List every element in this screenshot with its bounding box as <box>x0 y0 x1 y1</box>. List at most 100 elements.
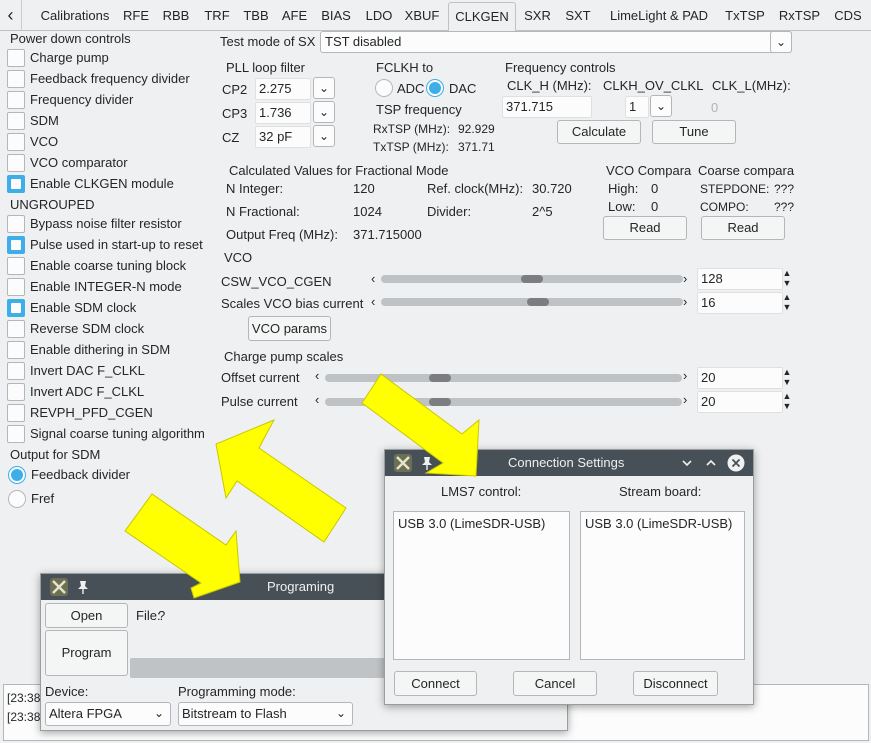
open-button[interactable]: Open <box>45 603 128 628</box>
tab-rfe[interactable]: RFE <box>117 6 155 28</box>
checkbox-vco[interactable] <box>7 133 25 151</box>
cp3-dropdown-button[interactable]: ⌄ <box>313 101 335 123</box>
pulse-right-arrow-icon[interactable]: › <box>683 393 687 407</box>
tune-button[interactable]: Tune <box>652 120 736 144</box>
checkbox-charge-pump[interactable] <box>7 49 25 67</box>
vco-params-button[interactable]: VCO params <box>248 316 331 341</box>
bias-value[interactable]: 16 <box>697 292 783 314</box>
checkbox-enable-clkgen-module[interactable] <box>7 175 25 193</box>
list-item[interactable]: USB 3.0 (LimeSDR-USB) <box>398 516 545 532</box>
coarse-read-button[interactable]: Read <box>701 216 785 240</box>
tab-xbuf[interactable]: XBUF <box>401 6 443 28</box>
tab-limelight-pad[interactable]: LimeLight & PAD <box>600 6 718 28</box>
offset-left-arrow-icon[interactable]: ‹ <box>315 369 319 383</box>
cancel-button[interactable]: Cancel <box>513 671 597 696</box>
tab-afe[interactable]: AFE <box>276 6 313 28</box>
maximize-icon[interactable] <box>705 457 717 469</box>
fclkh-dac-radio[interactable] <box>426 79 444 97</box>
clkh-ov-dropdown-button[interactable]: ⌄ <box>650 95 672 117</box>
offset-right-arrow-icon[interactable]: › <box>683 369 687 383</box>
cz-value[interactable]: 32 pF <box>255 126 311 148</box>
pulse-slider-handle[interactable] <box>429 398 451 406</box>
tab-clkgen[interactable]: CLKGEN <box>448 2 516 32</box>
csw-slider[interactable] <box>381 275 683 283</box>
test-mode-dropdown-button[interactable]: ⌄ <box>770 31 792 53</box>
checkbox-enable-coarse-tuning-block[interactable] <box>7 257 25 275</box>
cz-dropdown-button[interactable]: ⌄ <box>313 125 335 147</box>
connect-button[interactable]: Connect <box>394 671 477 696</box>
clkh-ov-value[interactable]: 1 <box>625 96 649 118</box>
checkbox-bypass-noise-filter-resistor[interactable] <box>7 215 25 233</box>
tab-txtsp[interactable]: TxTSP <box>719 6 771 28</box>
device-select[interactable]: Altera FPGA ⌄ <box>45 702 171 726</box>
checkbox-enable-dithering-in-sdm[interactable] <box>7 341 25 359</box>
csw-slider-handle[interactable] <box>521 275 543 283</box>
checkbox-enable-sdm-clock[interactable] <box>7 299 25 317</box>
program-button[interactable]: Program <box>45 630 128 676</box>
bias-spin-up-icon[interactable]: ▲ <box>782 293 792 302</box>
bias-right-arrow-icon[interactable]: › <box>683 295 687 309</box>
csw-right-arrow-icon[interactable]: › <box>683 272 687 286</box>
checkbox-enable-integer-n-mode[interactable] <box>7 278 25 296</box>
tab-trf[interactable]: TRF <box>197 6 237 28</box>
offset-value[interactable]: 20 <box>697 367 783 389</box>
offset-spin-up-icon[interactable]: ▲ <box>782 368 792 377</box>
offset-spin-down-icon[interactable]: ▼ <box>782 378 792 387</box>
tab-scroll-left-button[interactable]: ‹ <box>0 0 22 31</box>
tab-tbb[interactable]: TBB <box>238 6 274 28</box>
test-mode-select[interactable]: TST disabled <box>320 31 792 53</box>
bias-slider-handle[interactable] <box>527 298 549 306</box>
cp2-dropdown-button[interactable]: ⌄ <box>313 77 335 99</box>
pulse-spin-up-icon[interactable]: ▲ <box>782 392 792 401</box>
tab-ldo[interactable]: LDO <box>359 6 399 28</box>
tab-sxt[interactable]: SXT <box>559 6 597 28</box>
clkh-input[interactable]: 371.715 <box>502 96 592 118</box>
pin-icon[interactable] <box>421 456 433 470</box>
checkbox-vco-comparator[interactable] <box>7 154 25 172</box>
pulse-value[interactable]: 20 <box>697 391 783 413</box>
csw-value[interactable]: 128 <box>697 268 783 290</box>
tab-cds[interactable]: CDS <box>828 6 868 28</box>
tab-sxr[interactable]: SXR <box>519 6 556 28</box>
close-icon[interactable] <box>726 453 746 473</box>
checkbox-pulse-used-in-start-up-to-reset[interactable] <box>7 236 25 254</box>
bias-spin-down-icon[interactable]: ▼ <box>782 303 792 312</box>
checkbox-revph-pfd-cgen[interactable] <box>7 404 25 422</box>
vco-read-button[interactable]: Read <box>603 216 687 240</box>
checkbox-reverse-sdm-clock[interactable] <box>7 320 25 338</box>
stream-device-list[interactable]: USB 3.0 (LimeSDR-USB) <box>580 511 745 660</box>
list-item[interactable]: USB 3.0 (LimeSDR-USB) <box>585 516 732 532</box>
bias-left-arrow-icon[interactable]: ‹ <box>371 295 375 309</box>
checkbox-feedback-frequency-divider[interactable] <box>7 70 25 88</box>
tab-bias[interactable]: BIAS <box>315 6 357 28</box>
mode-select[interactable]: Bitstream to Flash ⌄ <box>178 702 353 726</box>
bias-slider[interactable] <box>381 298 683 306</box>
checkbox-frequency-divider[interactable] <box>7 91 25 109</box>
cp3-value[interactable]: 1.736 pF <box>255 102 311 140</box>
output-fref-radio[interactable] <box>8 490 26 508</box>
tab-rxtsp[interactable]: RxTSP <box>773 6 826 28</box>
offset-slider[interactable] <box>325 374 682 382</box>
pin-icon[interactable] <box>77 580 89 594</box>
tab-rbb[interactable]: RBB <box>157 6 195 28</box>
csw-spin-up-icon[interactable]: ▲ <box>782 269 792 278</box>
checkbox-invert-adc-f-clkl[interactable] <box>7 383 25 401</box>
checkbox-sdm[interactable] <box>7 112 25 130</box>
minimize-icon[interactable] <box>681 457 693 469</box>
checkbox-invert-dac-f-clkl[interactable] <box>7 362 25 380</box>
output-feedback-radio[interactable] <box>8 466 26 484</box>
cp2-value[interactable]: 2.275 pF <box>255 78 311 116</box>
offset-slider-handle[interactable] <box>429 374 451 382</box>
calculate-button[interactable]: Calculate <box>557 120 641 144</box>
checkbox-signal-coarse-tuning-algorithm[interactable] <box>7 425 25 443</box>
tab-calibrations[interactable]: Calibrations <box>30 6 120 28</box>
connection-titlebar[interactable]: Connection Settings <box>385 450 753 476</box>
pulse-left-arrow-icon[interactable]: ‹ <box>315 393 319 407</box>
fclkh-adc-radio[interactable] <box>375 79 393 97</box>
csw-left-arrow-icon[interactable]: ‹ <box>371 272 375 286</box>
lms-device-list[interactable]: USB 3.0 (LimeSDR-USB) <box>393 511 570 660</box>
csw-spin-down-icon[interactable]: ▼ <box>782 279 792 288</box>
pulse-slider[interactable] <box>325 398 682 406</box>
disconnect-button[interactable]: Disconnect <box>633 671 718 696</box>
pulse-spin-down-icon[interactable]: ▼ <box>782 402 792 411</box>
